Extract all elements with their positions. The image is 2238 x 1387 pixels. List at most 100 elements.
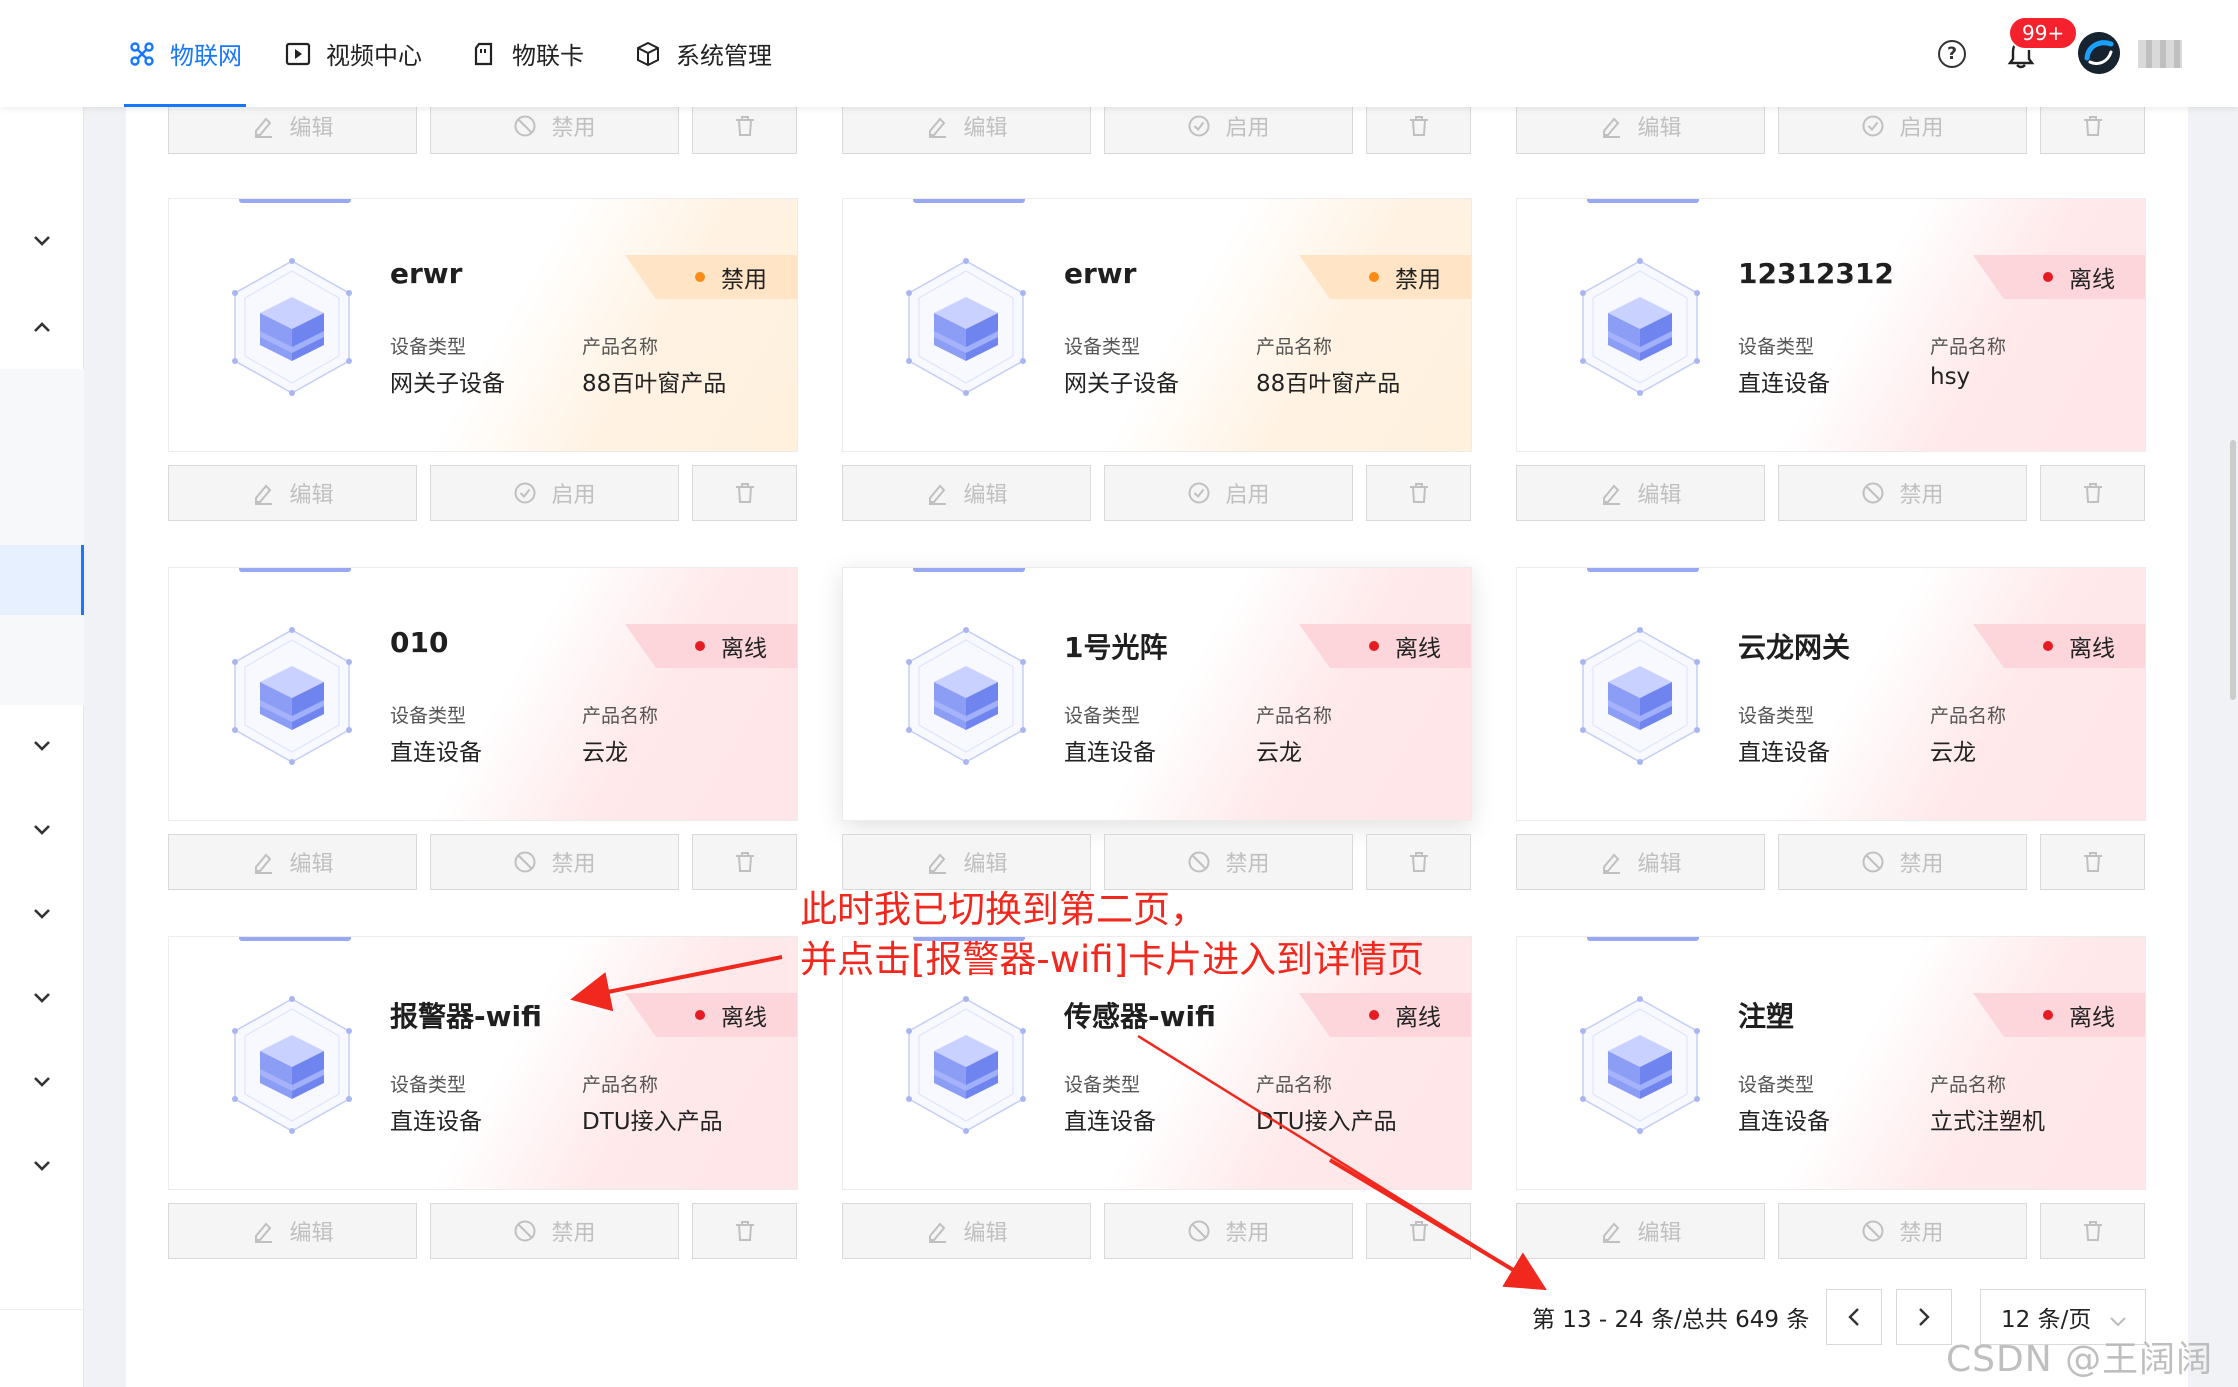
tab-iot-card[interactable]: 物联卡 xyxy=(470,0,584,107)
product-name-label: 产品名称 xyxy=(1256,336,1333,358)
edit-icon xyxy=(925,481,949,505)
disable-icon xyxy=(513,850,537,874)
device-card[interactable]: 1号光阵 离线 设备类型 产品名称 直连设备 云龙 xyxy=(842,567,1472,821)
watermark: CSDN @王阔阔 xyxy=(1946,1339,2214,1380)
delete-icon xyxy=(733,481,757,505)
edit-button[interactable]: 编辑 xyxy=(1516,465,1765,521)
disable-button[interactable]: 禁用 xyxy=(1104,834,1353,890)
status-text: 离线 xyxy=(1395,1005,1441,1031)
tab-iot-label: 物联网 xyxy=(170,42,242,70)
edit-button[interactable]: 编辑 xyxy=(842,834,1091,890)
sidebar-item-active[interactable] xyxy=(0,545,84,615)
sidebar-submenu xyxy=(0,369,84,705)
tab-iot-card-label: 物联卡 xyxy=(512,42,584,70)
edit-button-label: 编辑 xyxy=(963,116,1008,141)
tab-system-management[interactable]: 系统管理 xyxy=(634,0,772,107)
next-page-button[interactable] xyxy=(1896,1289,1952,1345)
help-icon[interactable]: ? xyxy=(1938,40,1966,68)
device-card[interactable]: 010 离线 设备类型 产品名称 直连设备 云龙 xyxy=(168,567,798,821)
device-type-value: 直连设备 xyxy=(390,740,482,766)
status-text: 离线 xyxy=(2069,1005,2115,1031)
edit-icon xyxy=(251,1219,275,1243)
product-name-value: 云龙 xyxy=(1930,740,1976,766)
status-dot xyxy=(1369,1010,1379,1020)
device-card[interactable]: 云龙网关 离线 设备类型 产品名称 直连设备 云龙 xyxy=(1516,567,2146,821)
device-type-label: 设备类型 xyxy=(1738,336,1815,358)
cube-icon xyxy=(634,40,662,68)
device-name: 1号光阵 xyxy=(1064,631,1168,664)
edit-icon xyxy=(251,481,275,505)
enable-button[interactable]: 启用 xyxy=(1104,465,1353,521)
delete-button[interactable] xyxy=(1366,1203,1471,1259)
chevron-down-icon[interactable] xyxy=(30,986,54,1010)
disable-button[interactable]: 禁用 xyxy=(430,834,679,890)
edit-button-label: 编辑 xyxy=(289,116,334,141)
edit-button-label: 编辑 xyxy=(1637,852,1682,877)
edit-button[interactable]: 编辑 xyxy=(168,1203,417,1259)
device-cube-icon xyxy=(227,995,357,1135)
scrollbar[interactable] xyxy=(2230,440,2236,700)
edit-button[interactable]: 编辑 xyxy=(168,465,417,521)
delete-button[interactable] xyxy=(692,465,797,521)
device-card[interactable]: erwr 禁用 设备类型 产品名称 网关子设备 88百叶窗产品 xyxy=(842,198,1472,452)
disable-button[interactable]: 禁用 xyxy=(1104,1203,1353,1259)
device-type-label: 设备类型 xyxy=(1738,1074,1815,1096)
enable-button[interactable]: 启用 xyxy=(430,465,679,521)
product-name-value: hsy xyxy=(1930,364,1971,390)
product-name-label: 产品名称 xyxy=(1256,1074,1333,1096)
edit-button-label: 编辑 xyxy=(963,483,1008,508)
status-dot xyxy=(1369,641,1379,651)
delete-icon xyxy=(1407,1219,1431,1243)
tab-iot[interactable]: 物联网 xyxy=(124,0,246,107)
card-background-tint xyxy=(1091,199,1471,451)
device-card[interactable]: 报警器-wifi 离线 设备类型 产品名称 直连设备 DTU接入产品 xyxy=(168,936,798,1190)
chevron-down-icon[interactable] xyxy=(30,818,54,842)
disable-button[interactable]: 禁用 xyxy=(1778,1203,2027,1259)
prev-page-button[interactable] xyxy=(1826,1289,1882,1345)
device-type-value: 直连设备 xyxy=(390,1109,482,1135)
product-name-label: 产品名称 xyxy=(1930,705,2007,727)
chevron-down-icon[interactable] xyxy=(30,1070,54,1094)
pagination-info: 第 13 - 24 条/总共 649 条 xyxy=(1532,1307,1810,1333)
delete-button[interactable] xyxy=(2040,465,2145,521)
edit-button[interactable]: 编辑 xyxy=(1516,834,1765,890)
edit-button[interactable]: 编辑 xyxy=(1516,1203,1765,1259)
edit-icon xyxy=(1599,850,1623,874)
delete-button[interactable] xyxy=(692,834,797,890)
chevron-up-icon[interactable] xyxy=(30,315,54,339)
delete-icon xyxy=(2081,481,2105,505)
product-name-label: 产品名称 xyxy=(1930,336,2007,358)
status-text: 离线 xyxy=(1395,636,1441,662)
device-cube-icon xyxy=(227,626,357,766)
disable-button[interactable]: 禁用 xyxy=(1778,834,2027,890)
disable-button[interactable]: 禁用 xyxy=(430,1203,679,1259)
chevron-down-icon[interactable] xyxy=(30,734,54,758)
device-type-label: 设备类型 xyxy=(1064,1074,1141,1096)
edit-button[interactable]: 编辑 xyxy=(168,834,417,890)
delete-button[interactable] xyxy=(1366,834,1471,890)
tab-video-center[interactable]: 视频中心 xyxy=(284,0,422,107)
device-name: 传感器-wifi xyxy=(1064,1000,1216,1033)
delete-button[interactable] xyxy=(692,1203,797,1259)
avatar[interactable] xyxy=(2078,32,2120,74)
chevron-down-icon[interactable] xyxy=(30,229,54,253)
chevron-down-icon[interactable] xyxy=(30,1154,54,1178)
chevron-down-icon[interactable] xyxy=(30,902,54,926)
device-card[interactable]: 12312312 离线 设备类型 产品名称 直连设备 hsy xyxy=(1516,198,2146,452)
delete-button[interactable] xyxy=(1366,465,1471,521)
edit-button[interactable]: 编辑 xyxy=(842,1203,1091,1259)
disable-button[interactable]: 禁用 xyxy=(1778,465,2027,521)
delete-button[interactable] xyxy=(2040,1203,2145,1259)
delete-icon xyxy=(1407,850,1431,874)
device-cube-icon xyxy=(227,257,357,397)
device-type-label: 设备类型 xyxy=(1738,705,1815,727)
status-dot xyxy=(2043,272,2053,282)
device-card[interactable]: erwr 禁用 设备类型 产品名称 网关子设备 88百叶窗产品 xyxy=(168,198,798,452)
disable-icon xyxy=(1187,850,1211,874)
device-cube-icon xyxy=(901,626,1031,766)
username-blurred[interactable] xyxy=(2138,40,2182,68)
edit-button[interactable]: 编辑 xyxy=(842,465,1091,521)
delete-button[interactable] xyxy=(2040,834,2145,890)
play-icon xyxy=(284,40,312,68)
device-card[interactable]: 注塑 离线 设备类型 产品名称 直连设备 立式注塑机 xyxy=(1516,936,2146,1190)
